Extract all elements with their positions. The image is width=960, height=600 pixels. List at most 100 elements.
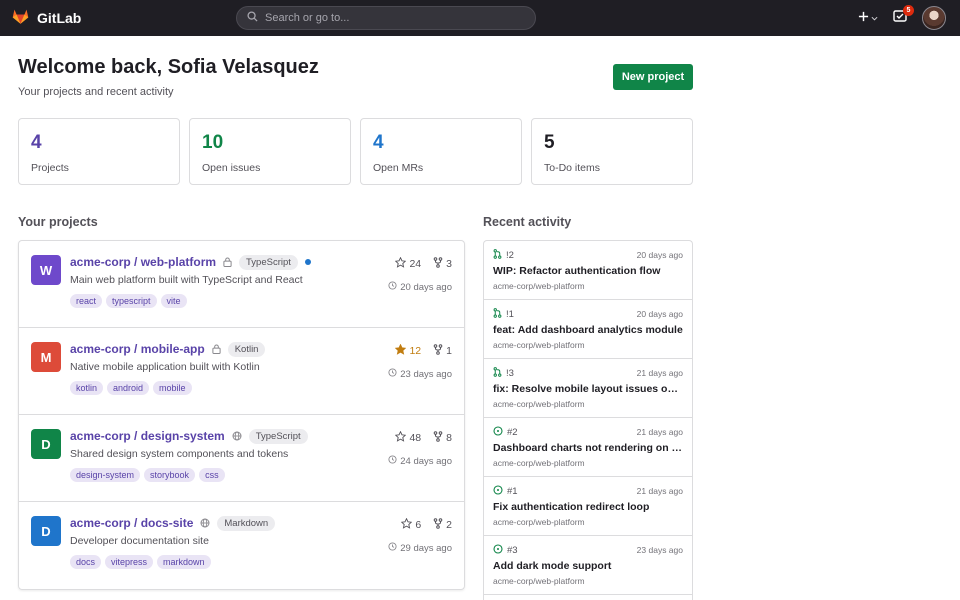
new-project-button[interactable]: New project <box>613 64 693 90</box>
activity-item[interactable]: !1 20 days ago feat: Add dashboard analy… <box>484 300 692 359</box>
page-title: Welcome back, Sofia Velasquez <box>18 56 319 78</box>
project-title-row: acme-corp / design-system TypeScript <box>70 428 308 444</box>
star-button[interactable]: 24 <box>395 256 421 271</box>
activity-ref: #3 <box>493 543 518 557</box>
fork-count: 3 <box>446 258 452 270</box>
issue-open-icon <box>493 425 503 439</box>
project-row[interactable]: M acme-corp / mobile-app Kotlin Native m… <box>19 328 464 415</box>
todo-count-badge: 5 <box>903 5 914 16</box>
project-title-row: acme-corp / web-platform TypeScript <box>70 254 311 270</box>
activity-title: feat: Add dashboard analytics module <box>493 324 683 336</box>
activity-item[interactable]: !3 21 days ago fix: Resolve mobile layou… <box>484 359 692 418</box>
search-bar[interactable] <box>236 6 536 30</box>
project-description: Main web platform built with TypeScript … <box>70 274 303 286</box>
activity-repo: acme-corp/web-platform <box>493 340 585 350</box>
project-tag[interactable]: kotlin <box>70 381 104 395</box>
stat-card-issues[interactable]: 10 Open issues <box>189 118 351 185</box>
activity-repo: acme-corp/web-platform <box>493 399 585 409</box>
create-new-button[interactable] <box>858 8 878 28</box>
project-tag[interactable]: design-system <box>70 468 141 482</box>
search-input[interactable] <box>265 12 515 24</box>
projects-section-title: Your projects <box>18 215 98 229</box>
project-tag[interactable]: storybook <box>144 468 196 482</box>
activity-ref-text: !1 <box>506 308 514 320</box>
brand[interactable]: GitLab <box>12 8 81 28</box>
stat-value: 4 <box>373 132 384 153</box>
stat-label: Open MRs <box>373 162 424 174</box>
language-badge: TypeScript <box>239 254 298 270</box>
activity-item[interactable]: !2 20 days ago WIP: Refactor authenticat… <box>484 241 692 300</box>
user-avatar[interactable] <box>922 6 946 30</box>
top-bar: GitLab 5 <box>0 0 960 36</box>
star-button[interactable]: 48 <box>395 430 421 445</box>
project-tag[interactable]: vite <box>160 294 187 308</box>
project-row[interactable]: D acme-corp / design-system TypeScript S… <box>19 415 464 502</box>
activity-item-header: #1 21 days ago <box>493 484 683 498</box>
project-description: Native mobile application built with Kot… <box>70 361 260 373</box>
project-tag[interactable]: markdown <box>157 555 211 569</box>
fork-count: 2 <box>446 519 452 531</box>
project-tag[interactable]: css <box>199 468 225 482</box>
project-tag[interactable]: vitepress <box>105 555 154 569</box>
search-icon <box>247 9 258 27</box>
language-badge: TypeScript <box>248 428 308 444</box>
fork-button[interactable]: 3 <box>433 257 452 271</box>
fork-count: 1 <box>446 345 452 357</box>
fork-count: 8 <box>446 432 452 444</box>
status-dot <box>304 259 311 265</box>
activity-item[interactable]: #3 23 days ago Add dark mode support acm… <box>484 536 692 595</box>
star-icon <box>400 517 413 532</box>
project-tag[interactable]: android <box>107 381 150 395</box>
merge-request-icon <box>493 366 502 380</box>
activity-repo: acme-corp/web-platform <box>493 517 585 527</box>
clock-icon <box>388 455 397 467</box>
clock-icon <box>388 368 397 380</box>
project-name-link[interactable]: acme-corp / web-platform <box>70 255 216 269</box>
project-tag[interactable]: docs <box>70 555 102 569</box>
fork-button[interactable]: 2 <box>433 518 452 532</box>
stat-card-projects[interactable]: 4 Projects <box>18 118 180 185</box>
activity-time: 20 days ago <box>636 250 683 260</box>
project-stats: 48 8 <box>395 430 452 445</box>
project-name-link[interactable]: acme-corp / design-system <box>70 429 225 443</box>
activity-repo: acme-corp/web-platform <box>493 458 585 468</box>
lock-icon <box>212 344 221 354</box>
project-stats: 12 1 <box>395 343 452 358</box>
clock-icon <box>388 281 397 293</box>
project-row[interactable]: D acme-corp / docs-site Markdown Develop… <box>19 502 464 589</box>
activity-ref-text: #3 <box>507 544 518 556</box>
merge-request-icon <box>493 307 502 321</box>
activity-time: 20 days ago <box>636 309 683 319</box>
project-name-link[interactable]: acme-corp / docs-site <box>70 516 193 530</box>
issue-open-icon <box>493 484 503 498</box>
project-tag[interactable]: mobile <box>153 381 192 395</box>
star-button[interactable]: 12 <box>395 343 422 358</box>
project-avatar: W <box>31 255 61 285</box>
project-stats: 24 3 <box>395 256 452 271</box>
activity-item[interactable]: #1 21 days ago Fix authentication redire… <box>484 477 692 536</box>
activity-title: Fix authentication redirect loop <box>493 501 650 513</box>
fork-button[interactable]: 8 <box>433 431 452 445</box>
stat-label: To-Do items <box>544 162 601 174</box>
activity-ref: #2 <box>493 425 518 439</box>
project-name-link[interactable]: acme-corp / mobile-app <box>70 342 205 356</box>
fork-icon <box>433 344 443 358</box>
fork-button[interactable]: 1 <box>433 344 452 358</box>
project-row[interactable]: W acme-corp / web-platform TypeScript Ma… <box>19 241 464 328</box>
globe-icon <box>232 431 242 441</box>
project-tag[interactable]: typescript <box>106 294 157 308</box>
stat-card-mrs[interactable]: 4 Open MRs <box>360 118 522 185</box>
project-title-row: acme-corp / docs-site Markdown <box>70 515 276 531</box>
project-updated: 29 days ago <box>388 542 452 554</box>
star-button[interactable]: 6 <box>400 517 421 532</box>
project-tag[interactable]: react <box>70 294 103 308</box>
star-icon <box>395 430 407 445</box>
stat-label: Open issues <box>202 162 261 174</box>
todo-button[interactable]: 5 <box>890 5 914 28</box>
activity-ref-text: !2 <box>506 249 514 261</box>
star-count: 12 <box>409 345 422 357</box>
projects-list: W acme-corp / web-platform TypeScript Ma… <box>18 240 465 590</box>
activity-item[interactable]: #2 21 days ago Dashboard charts not rend… <box>484 418 692 477</box>
stat-card-todos[interactable]: 5 To-Do items <box>531 118 693 185</box>
issue-open-icon <box>493 543 503 557</box>
